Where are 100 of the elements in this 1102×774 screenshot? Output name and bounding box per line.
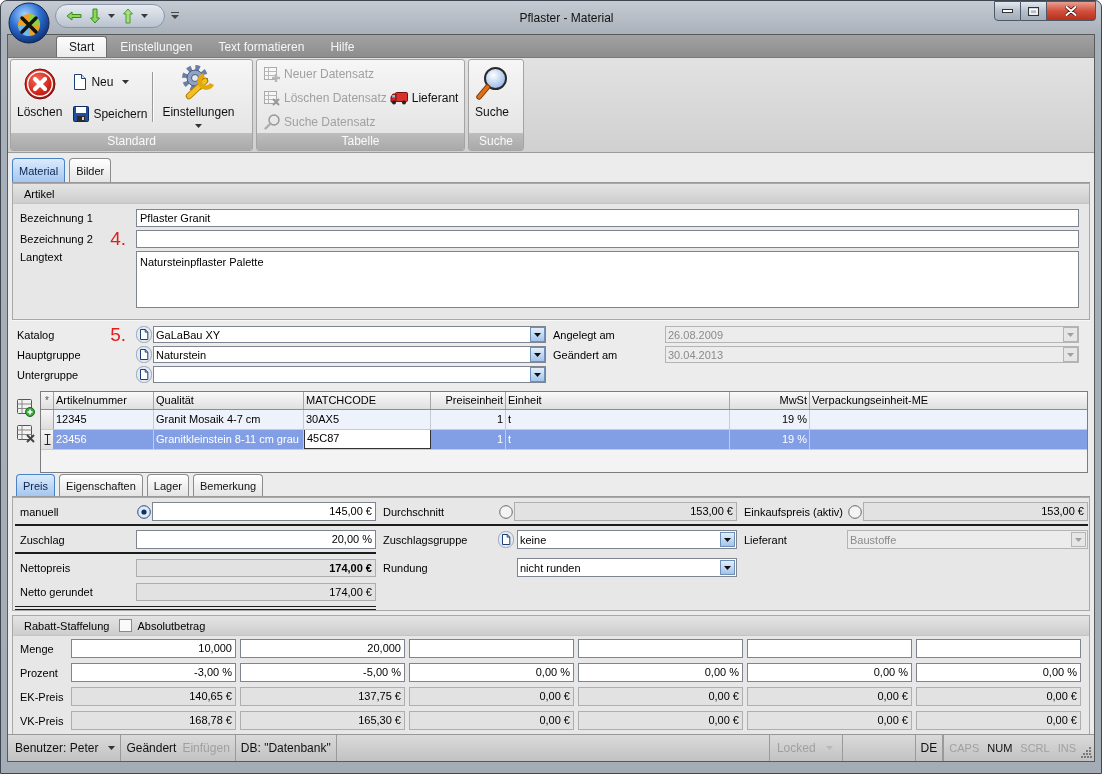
table-cell: 12345 [54, 410, 154, 429]
column-header[interactable]: Artikelnummer [54, 392, 154, 409]
group-label: Tabelle [341, 134, 380, 148]
table-cell: 19 % [730, 430, 810, 449]
table-cell: 30AX5 [304, 410, 431, 429]
input-field[interactable]: 10,000 [71, 639, 236, 658]
new-button[interactable]: Neu [69, 73, 150, 91]
column-header[interactable]: MwSt [730, 392, 810, 409]
text-area[interactable]: Natursteinpflaster Palette [136, 251, 1079, 308]
input-field[interactable] [747, 639, 912, 658]
tab[interactable]: Preis [16, 474, 56, 496]
table-cell: t [506, 410, 730, 429]
radio-button[interactable] [137, 504, 151, 519]
document-icon[interactable] [136, 346, 152, 363]
settings-button[interactable]: Einstellungen [158, 60, 239, 128]
checkbox-label[interactable]: Absolutbetrag [137, 619, 206, 632]
table-cell: 1 [431, 430, 506, 449]
field-label: Bezeichnung 2 [20, 232, 93, 245]
minimize-button[interactable] [994, 1, 1021, 21]
column-header[interactable]: Qualität [154, 392, 304, 409]
arrow-left-icon[interactable] [66, 11, 82, 21]
document-icon[interactable] [498, 531, 514, 548]
input-field[interactable] [578, 639, 743, 658]
column-header[interactable]: Einheit [506, 392, 730, 409]
table-add-icon [264, 66, 280, 82]
column-header[interactable]: MATCHCODE [304, 392, 431, 409]
input-field[interactable] [136, 230, 1079, 248]
input-field[interactable] [916, 639, 1081, 658]
add-row-icon[interactable] [17, 399, 35, 417]
caret-icon [530, 327, 545, 342]
row-label: EK-Preis [20, 690, 65, 703]
tab[interactable]: Lager [146, 474, 189, 496]
input-field[interactable]: -3,00 % [71, 663, 236, 682]
checkbox[interactable] [119, 619, 133, 632]
field-label: Untergruppe [17, 368, 79, 381]
dropdown[interactable]: keine [517, 530, 737, 549]
truck-icon [389, 91, 408, 105]
arrow-down-icon[interactable] [90, 8, 100, 24]
dropdown[interactable]: GaLaBau XY [153, 326, 546, 343]
input-field[interactable]: 0,00 % [916, 663, 1081, 682]
minimize-icon [1002, 9, 1013, 13]
supplier-button[interactable]: Lieferant [388, 89, 461, 107]
input-field[interactable]: 0,00 % [747, 663, 912, 682]
ribbon-tab[interactable]: Start [56, 36, 108, 57]
input-field[interactable]: 20,000 [240, 639, 405, 658]
input-field[interactable]: -5,00 % [240, 663, 405, 682]
input-field[interactable]: 20,00 % [136, 530, 376, 549]
maximize-button[interactable] [1021, 1, 1047, 21]
status-text: DB: "Datenbank" [240, 741, 331, 755]
input-field[interactable]: 0,00 % [409, 663, 574, 682]
field-label: Angelegt am [553, 328, 616, 341]
row-label: Menge [20, 642, 55, 655]
resize-grip-icon[interactable] [1081, 747, 1092, 758]
caret-icon [530, 367, 545, 382]
delete-icon [23, 68, 56, 100]
maximize-icon [1028, 6, 1039, 16]
tab[interactable]: Eigenschaften [59, 474, 143, 496]
input-field[interactable]: 145,00 € [152, 502, 376, 521]
caret-icon[interactable] [141, 14, 148, 18]
document-icon[interactable] [136, 366, 152, 383]
customize-caret-icon[interactable] [171, 12, 179, 19]
field-label: Bezeichnung 1 [20, 211, 93, 224]
table-row[interactable]: 23456 Granitkleinstein 8-11 cm grau 45C87 1 t 19 % [41, 430, 1087, 450]
delete-row-icon[interactable] [17, 425, 35, 443]
status-text: Geändert [126, 741, 177, 755]
field-label: Zuschlag [20, 533, 65, 546]
tab[interactable]: Bilder [69, 158, 112, 182]
delete-button[interactable]: Löschen [13, 60, 67, 119]
dropdown[interactable]: Naturstein [153, 346, 546, 363]
input-field[interactable]: Pflaster Granit [136, 209, 1079, 227]
dropdown[interactable]: nicht runden [517, 558, 737, 577]
table-delete-icon [264, 90, 280, 106]
field-label: Nettopreis [20, 561, 71, 574]
column-header[interactable]: Preiseinheit [431, 392, 506, 409]
key-indicator: NUM [987, 742, 1013, 754]
dropdown[interactable] [153, 366, 546, 383]
document-icon[interactable] [136, 326, 152, 343]
table-cell: 19 % [730, 410, 810, 429]
status-dropdown[interactable]: Benutzer: Peter [15, 741, 116, 755]
input-field[interactable]: 0,00 % [578, 663, 743, 682]
column-header[interactable]: Verpackungseinheit-ME [810, 392, 1087, 409]
text-cursor-icon [43, 434, 51, 445]
field-label: Zuschlagsgruppe [383, 533, 468, 546]
input-field[interactable] [409, 639, 574, 658]
close-button[interactable] [1047, 1, 1096, 21]
section-title: Artikel [24, 187, 55, 200]
caret-icon [1063, 327, 1078, 342]
tab[interactable]: Material [12, 158, 66, 182]
search-button[interactable]: Suche [471, 60, 514, 119]
table-cell: 1 [431, 410, 506, 429]
caret-icon[interactable] [108, 14, 115, 18]
tab[interactable]: Bemerkung [192, 474, 264, 496]
field-label: Durchschnitt [383, 505, 445, 518]
annotation-number: 5. [110, 326, 126, 343]
field-label: Hauptgruppe [17, 348, 81, 361]
field-label: Langtext [20, 251, 63, 263]
row-label: VK-Preis [20, 714, 65, 727]
table-row[interactable]: 12345 Granit Mosaik 4-7 cm 30AX5 1 t 19 % [41, 410, 1087, 430]
status-text: DE [920, 741, 938, 755]
save-button[interactable]: Speichern [69, 105, 150, 123]
